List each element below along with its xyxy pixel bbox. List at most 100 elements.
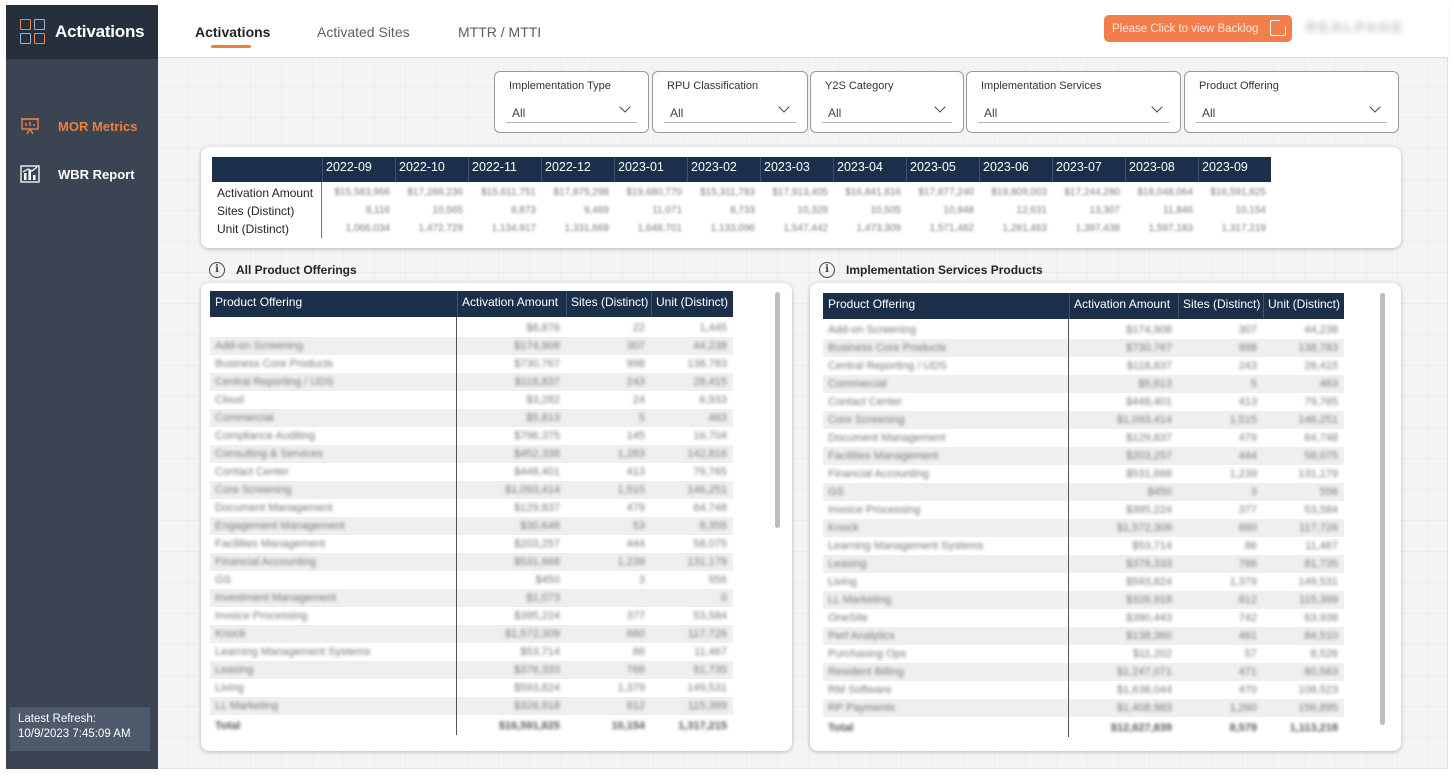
table-row[interactable]: Facilities Management $203,257 444 58,075 bbox=[210, 535, 733, 553]
table-row[interactable]: Invoice Processing $395,224 377 53,584 bbox=[210, 607, 733, 625]
table-row[interactable]: Business Core Products $730,767 998 138,783 bbox=[823, 339, 1344, 357]
filter-dropdown[interactable]: All bbox=[1196, 101, 1387, 123]
table-cell: Purchasing Ops bbox=[828, 648, 907, 660]
vertical-scrollbar[interactable] bbox=[1380, 293, 1385, 725]
tab-activated-sites[interactable]: Activated Sites bbox=[317, 24, 410, 40]
table-row[interactable]: Consulting & Services $452,338 1,283 142,81… bbox=[210, 445, 733, 463]
table-row[interactable]: Compliance Auditing $796,375 145 16,704 bbox=[210, 427, 733, 445]
column-header[interactable]: Unit (Distinct) bbox=[656, 295, 728, 309]
table-row[interactable]: Living $593,824 1,379 149,531 bbox=[823, 573, 1344, 591]
tab-mttr-mtti[interactable]: MTTR / MTTI bbox=[458, 24, 541, 40]
column-divider bbox=[566, 291, 567, 317]
table-row[interactable]: Commercial $5,813 5 463 bbox=[210, 409, 733, 427]
table-cell: $12,627,839 bbox=[1110, 722, 1172, 734]
table-cell: 444 bbox=[1238, 450, 1257, 462]
info-icon[interactable]: i bbox=[209, 262, 225, 278]
column-header[interactable]: Product Offering bbox=[215, 295, 302, 309]
table-row[interactable]: RM Software $1,638,044 470 108,523 bbox=[823, 681, 1344, 699]
table-cell: 142,816 bbox=[687, 448, 727, 460]
matrix-cell: 1,547,442 bbox=[783, 223, 829, 234]
table-row[interactable]: Financial Accounting $531,668 1,239 131,179 bbox=[823, 465, 1344, 483]
column-divider bbox=[322, 157, 323, 182]
table-row[interactable]: Financial Accounting $531,668 1,239 131,179 bbox=[210, 553, 733, 571]
matrix-cell: 13,307 bbox=[1089, 205, 1120, 216]
table-row[interactable]: Contact Center $448,401 413 79,765 bbox=[210, 463, 733, 481]
filter-implementation-type[interactable]: Implementation Type All bbox=[494, 71, 649, 133]
table-cell: $138,360 bbox=[1126, 630, 1172, 642]
info-icon[interactable]: i bbox=[819, 262, 835, 278]
filter-implementation-services[interactable]: Implementation Services All bbox=[966, 71, 1181, 133]
table-row[interactable]: Invoice Processing $395,224 377 53,584 bbox=[823, 501, 1344, 519]
view-backlog-button[interactable]: Please Click to view Backlog bbox=[1104, 15, 1292, 42]
presentation-chart-icon bbox=[21, 118, 39, 135]
sidebar-item-mor-metrics[interactable]: MOR Metrics bbox=[6, 113, 158, 139]
table-row[interactable]: OneSite $390,443 742 63,938 bbox=[823, 609, 1344, 627]
table-row[interactable]: Purchasing Ops $11,202 57 8,526 bbox=[823, 645, 1344, 663]
column-divider bbox=[1069, 293, 1070, 319]
vertical-scrollbar[interactable] bbox=[775, 292, 780, 528]
sidebar-item-wbr-report[interactable]: WBR Report bbox=[6, 161, 158, 187]
table-row[interactable]: Add-on Screening $174,908 307 44,238 bbox=[210, 337, 733, 355]
table-row[interactable]: Knock $1,572,309 660 117,726 bbox=[210, 625, 733, 643]
table-cell: 117,726 bbox=[688, 628, 727, 640]
table-cell: $118,837 bbox=[1126, 360, 1172, 372]
table-cell: $450 bbox=[535, 574, 560, 586]
table-row[interactable]: Document Management $129,837 479 64,748 bbox=[823, 429, 1344, 447]
column-header[interactable]: Sites (Distinct) bbox=[1183, 297, 1260, 311]
table-row[interactable]: Central Reporting / UDS $118,837 243 28,415 bbox=[823, 357, 1344, 375]
table-row[interactable]: Core Screening $1,093,414 1,515 146,251 bbox=[823, 411, 1344, 429]
table-row[interactable]: Learning Management Systems $53,714 86 11,4… bbox=[823, 537, 1344, 555]
column-header[interactable]: Activation Amount bbox=[462, 295, 558, 309]
table-row[interactable]: Leasing $376,333 766 81,735 bbox=[210, 661, 733, 679]
table-cell: 79,765 bbox=[693, 466, 727, 478]
table-row[interactable]: Core Screening $1,093,414 1,515 146,251 bbox=[210, 481, 733, 499]
table-cell: $11,202 bbox=[1133, 648, 1172, 660]
table-row[interactable]: LL Marketing $326,918 812 115,399 bbox=[210, 697, 733, 715]
table-cell: 5 bbox=[1250, 378, 1257, 390]
matrix-cell: $17,288,236 bbox=[407, 187, 463, 198]
table-row[interactable]: Perf Analytics $138,360 461 84,510 bbox=[823, 627, 1344, 645]
table-row[interactable]: Knock $1,572,309 660 117,726 bbox=[823, 519, 1344, 537]
table-row[interactable]: Resident Billing $1,247,071 471 80,583 bbox=[823, 663, 1344, 681]
filter-product-offering[interactable]: Product Offering All bbox=[1184, 71, 1399, 133]
filter-dropdown[interactable]: All bbox=[978, 101, 1169, 123]
table-row[interactable]: Commercial $5,813 5 463 bbox=[823, 375, 1344, 393]
table-row[interactable]: LL Marketing $326,918 812 115,399 bbox=[823, 591, 1344, 609]
filter-dropdown[interactable]: All bbox=[664, 101, 796, 123]
table-row[interactable]: Add-on Screening $174,908 307 44,238 bbox=[823, 321, 1344, 339]
matrix-cell: 1,331,669 bbox=[564, 223, 610, 234]
table-row[interactable]: Learning Management Systems $53,714 86 11,4… bbox=[210, 643, 733, 661]
table-row[interactable]: Engagement Management $30,648 53 8,355 bbox=[210, 517, 733, 535]
table-row[interactable]: Investment Management $1,073 0 bbox=[210, 589, 733, 607]
table-row[interactable]: GS $450 3 556 bbox=[823, 483, 1344, 501]
table-row[interactable]: $8,876 22 1,445 bbox=[210, 319, 733, 337]
matrix-cell: 1,571,482 bbox=[929, 223, 975, 234]
filter-dropdown[interactable]: All bbox=[506, 101, 637, 123]
table-row[interactable]: Central Reporting / UDS $118,837 243 28,415 bbox=[210, 373, 733, 391]
filter-rpu-classification[interactable]: RPU Classification All bbox=[652, 71, 808, 133]
matrix-cell: $17,913,405 bbox=[772, 187, 828, 198]
column-header[interactable]: Product Offering bbox=[828, 297, 915, 311]
table-row[interactable]: Contact Center $448,401 413 79,765 bbox=[823, 393, 1344, 411]
filter-dropdown[interactable]: All bbox=[822, 101, 952, 123]
table-cell: 8,355 bbox=[699, 520, 727, 532]
tab-activations[interactable]: Activations bbox=[195, 24, 270, 40]
table-cell: $1,093,414 bbox=[1116, 414, 1172, 426]
table-row[interactable]: Leasing $376,333 766 81,735 bbox=[823, 555, 1344, 573]
column-header[interactable]: Sites (Distinct) bbox=[571, 295, 648, 309]
table-cell: $5,813 bbox=[1138, 378, 1172, 390]
table-cell: Core Screening bbox=[828, 414, 905, 426]
column-header[interactable]: Activation Amount bbox=[1074, 297, 1170, 311]
filter-y2s-category[interactable]: Y2S Category All bbox=[810, 71, 964, 133]
column-header[interactable]: Unit (Distinct) bbox=[1268, 297, 1340, 311]
month-header: 2023-03 bbox=[764, 160, 810, 174]
table-row[interactable]: RP Payments $1,408,983 1,260 156,895 bbox=[823, 699, 1344, 717]
table-cell: 812 bbox=[1238, 594, 1257, 606]
table-row[interactable]: Living $593,824 1,379 149,531 bbox=[210, 679, 733, 697]
table-row[interactable]: Cloud $3,282 24 6,933 bbox=[210, 391, 733, 409]
table-cell: Total bbox=[828, 722, 854, 734]
table-row[interactable]: Business Core Products $730,767 998 138,783 bbox=[210, 355, 733, 373]
table-row[interactable]: Facilities Management $203,257 444 58,075 bbox=[823, 447, 1344, 465]
table-row[interactable]: GS $450 3 556 bbox=[210, 571, 733, 589]
table-row[interactable]: Document Management $129,837 479 64,748 bbox=[210, 499, 733, 517]
